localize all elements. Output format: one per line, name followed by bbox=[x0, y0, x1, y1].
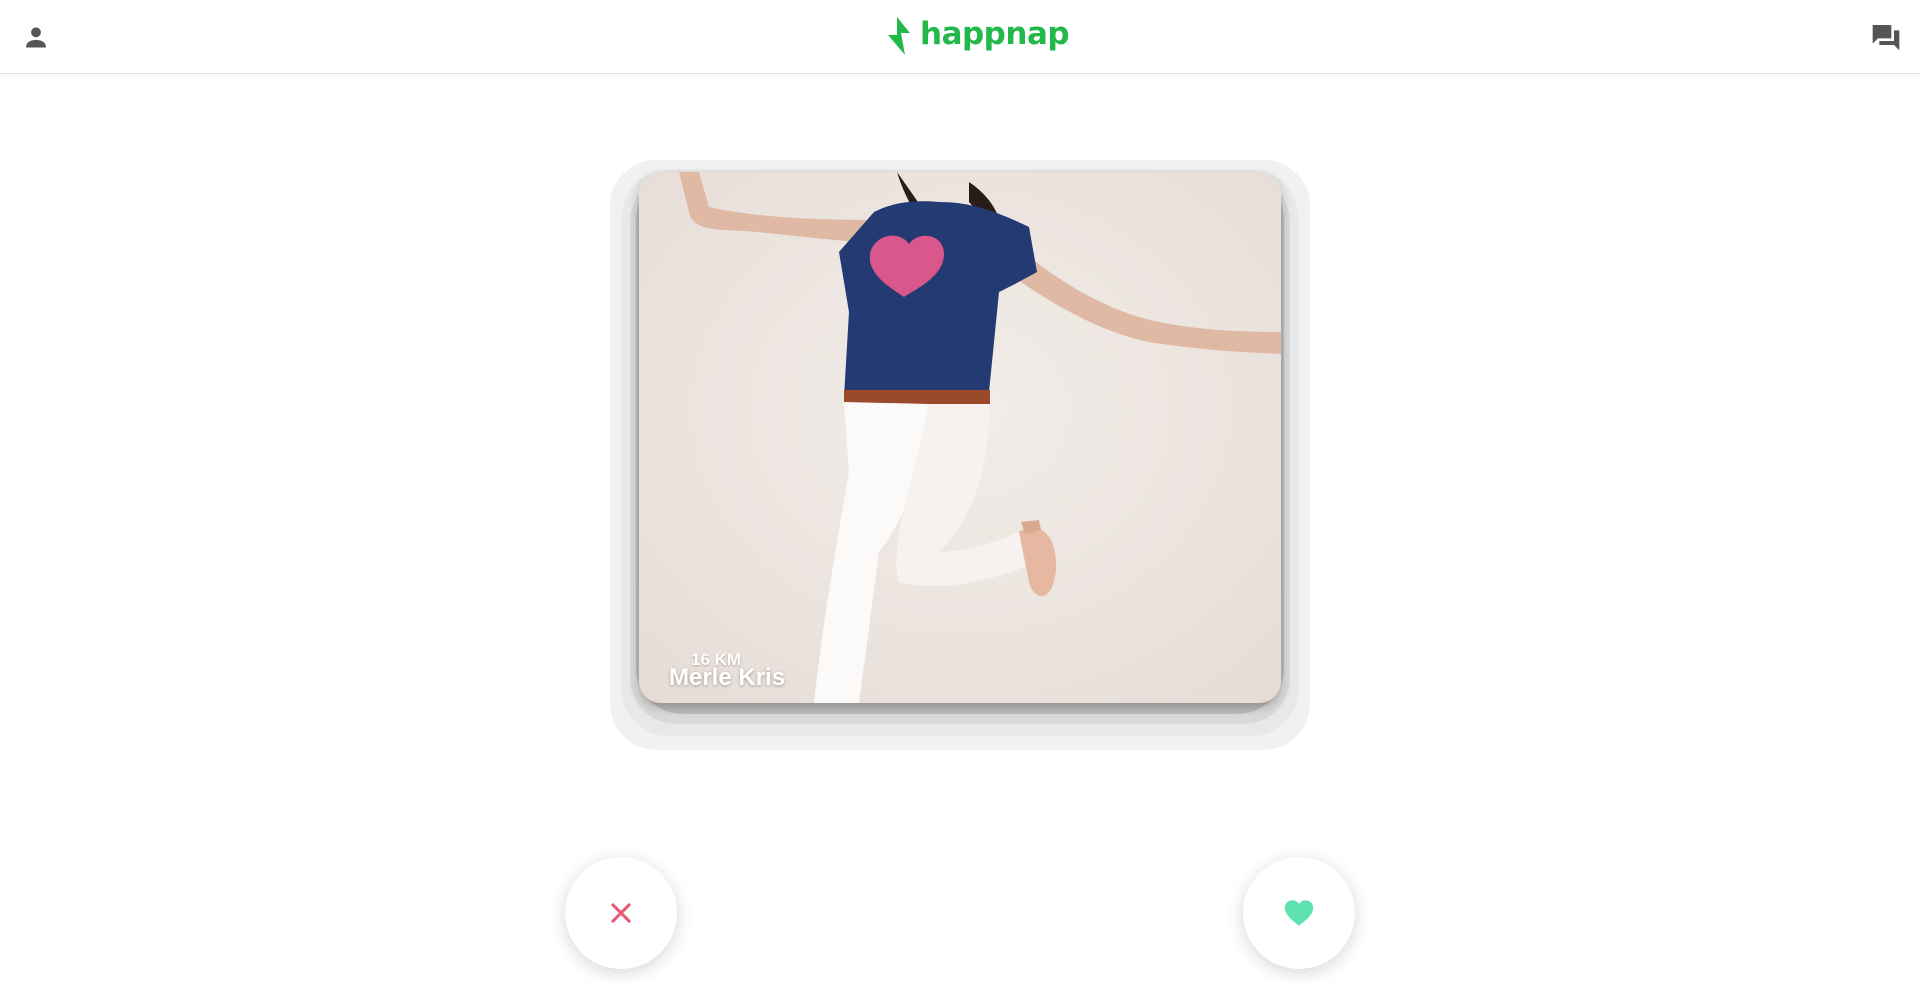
dislike-button[interactable] bbox=[565, 857, 677, 969]
like-button[interactable] bbox=[1243, 857, 1355, 969]
chat-button[interactable] bbox=[1868, 19, 1904, 55]
profile-name: Merle Kris bbox=[669, 664, 786, 691]
lightning-bolt-icon bbox=[888, 17, 910, 55]
top-bar: happnap bbox=[0, 0, 1920, 74]
close-icon bbox=[611, 903, 631, 923]
person-icon bbox=[26, 27, 46, 48]
brand-logo[interactable]: happnap bbox=[886, 14, 1070, 58]
forum-icon bbox=[1872, 25, 1900, 51]
brand-name: happnap bbox=[920, 15, 1070, 52]
heart-icon bbox=[1284, 900, 1314, 926]
profile-card[interactable]: 16 KM Merle Kris bbox=[639, 172, 1281, 703]
profile-photo bbox=[639, 172, 1281, 703]
profile-button[interactable] bbox=[20, 21, 52, 53]
